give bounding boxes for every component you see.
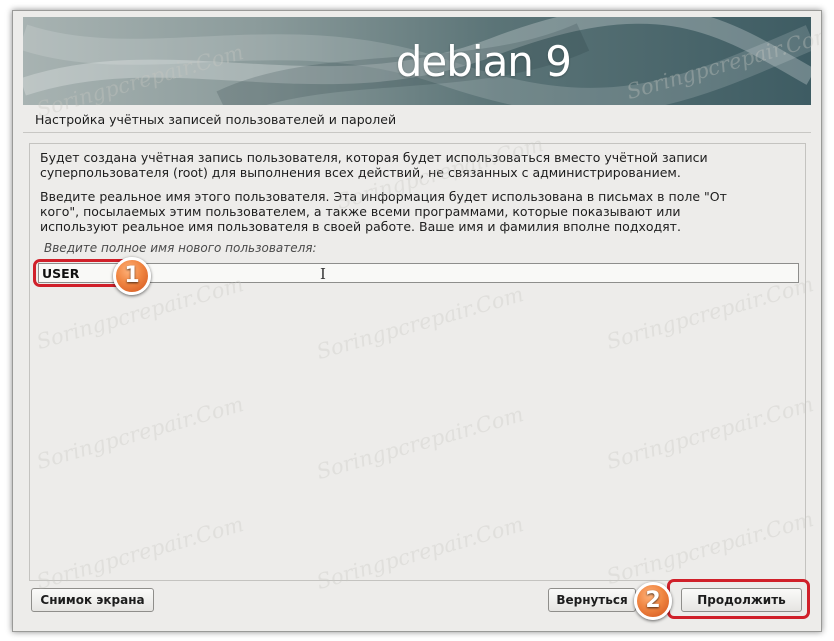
description-paragraph-2: Введите реальное имя этого пользователя.… [40, 189, 727, 234]
text-cursor-icon: I [320, 265, 326, 283]
debian-banner: debian 9 [23, 17, 811, 105]
continue-button[interactable]: Продолжить [681, 588, 802, 612]
full-name-input[interactable] [38, 263, 799, 283]
screenshot-button[interactable]: Снимок экрана [31, 588, 154, 612]
banner-title: debian 9 [395, 37, 572, 86]
step-2-marker: 2 [634, 582, 672, 620]
description-paragraph-1: Будет создана учётная запись пользовател… [40, 150, 708, 180]
title-separator [23, 132, 811, 133]
content-panel: Будет создана учётная запись пользовател… [29, 143, 806, 581]
step-1-marker: 1 [113, 257, 151, 295]
page-title: Настройка учётных записей пользователей … [35, 112, 397, 127]
installer-window: debian 9 Настройка учётных записей польз… [12, 10, 822, 632]
back-button[interactable]: Вернуться [548, 588, 636, 612]
full-name-label: Введите полное имя нового пользователя: [44, 241, 317, 255]
